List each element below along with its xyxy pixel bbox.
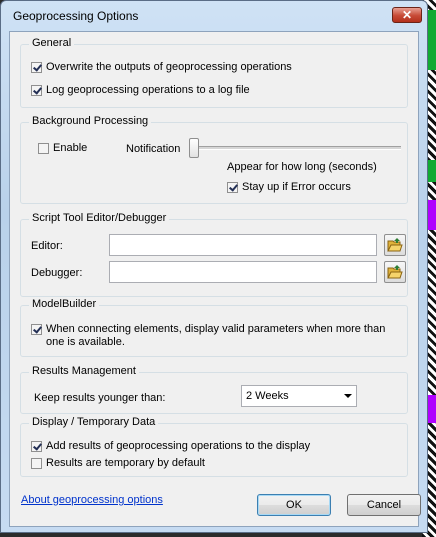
results-management-legend: Results Management: [29, 365, 139, 377]
temporary-results-label: Results are temporary by default: [46, 457, 205, 469]
keep-results-dropdown[interactable]: 2 Weeks: [241, 385, 357, 407]
connect-elements-label: When connecting elements, display valid …: [46, 323, 386, 348]
log-operations-label: Log geoprocessing operations to a log fi…: [46, 84, 250, 96]
editor-browse-button[interactable]: [384, 234, 406, 256]
dialog-title: Geoprocessing Options: [13, 9, 139, 23]
temporary-results-option[interactable]: Results are temporary by default: [31, 457, 205, 469]
script-tool-group: Script Tool Editor/Debugger Editor: Debu…: [20, 212, 408, 297]
log-operations-checkbox[interactable]: [31, 85, 42, 96]
general-group: General Overwrite the outputs of geoproc…: [20, 37, 408, 108]
keep-results-value: 2 Weeks: [246, 390, 289, 402]
results-management-group: Results Management Keep results younger …: [20, 365, 408, 414]
modelbuilder-group: ModelBuilder When connecting elements, d…: [20, 298, 408, 357]
overwrite-outputs-option[interactable]: Overwrite the outputs of geoprocessing o…: [31, 61, 292, 73]
debugger-browse-button[interactable]: [384, 261, 406, 283]
connect-elements-checkbox[interactable]: [31, 324, 42, 335]
connect-elements-option[interactable]: When connecting elements, display valid …: [31, 323, 401, 349]
geoprocessing-options-dialog: Geoprocessing Options ✕ General Overwrit…: [0, 0, 428, 533]
overwrite-outputs-label: Overwrite the outputs of geoprocessing o…: [46, 61, 292, 73]
log-operations-option[interactable]: Log geoprocessing operations to a log fi…: [31, 84, 250, 96]
open-folder-icon: [387, 265, 403, 279]
chevron-down-icon: [344, 394, 352, 398]
add-results-checkbox[interactable]: [31, 441, 42, 452]
appear-duration-label: Appear for how long (seconds): [227, 161, 377, 173]
about-geoprocessing-link[interactable]: About geoprocessing options: [21, 494, 163, 506]
dialog-client-area: General Overwrite the outputs of geoproc…: [9, 31, 421, 527]
enable-option[interactable]: Enable: [38, 142, 87, 154]
debugger-field[interactable]: [109, 261, 377, 283]
display-temporary-data-group: Display / Temporary Data Add results of …: [20, 416, 408, 477]
keep-results-label: Keep results younger than:: [34, 392, 166, 404]
add-results-option[interactable]: Add results of geoprocessing operations …: [31, 440, 310, 452]
background-processing-legend: Background Processing: [29, 115, 152, 127]
script-tool-legend: Script Tool Editor/Debugger: [29, 212, 170, 224]
stay-up-label: Stay up if Error occurs: [242, 181, 351, 193]
notification-label: Notification: [126, 143, 181, 155]
enable-checkbox[interactable]: [38, 143, 49, 154]
notification-slider-track[interactable]: [191, 146, 401, 150]
overwrite-outputs-checkbox[interactable]: [31, 62, 42, 73]
notification-slider-thumb[interactable]: [189, 138, 199, 158]
open-folder-icon: [387, 238, 403, 252]
title-bar[interactable]: Geoprocessing Options ✕: [1, 1, 427, 29]
close-button[interactable]: ✕: [392, 7, 422, 23]
temporary-results-checkbox[interactable]: [31, 458, 42, 469]
stay-up-option[interactable]: Stay up if Error occurs: [227, 181, 351, 193]
add-results-label: Add results of geoprocessing operations …: [46, 440, 311, 452]
general-legend: General: [29, 37, 75, 49]
display-temporary-data-legend: Display / Temporary Data: [29, 416, 159, 428]
stay-up-checkbox[interactable]: [227, 182, 238, 193]
enable-label: Enable: [53, 142, 88, 154]
editor-field[interactable]: [109, 234, 377, 256]
close-icon: ✕: [401, 8, 413, 22]
cancel-button[interactable]: Cancel: [347, 494, 421, 516]
debugger-label: Debugger:: [31, 267, 83, 279]
ok-button[interactable]: OK: [257, 494, 331, 516]
modelbuilder-legend: ModelBuilder: [29, 298, 100, 310]
editor-label: Editor:: [31, 240, 63, 252]
background-processing-group: Background Processing Enable Notificatio…: [20, 115, 408, 204]
